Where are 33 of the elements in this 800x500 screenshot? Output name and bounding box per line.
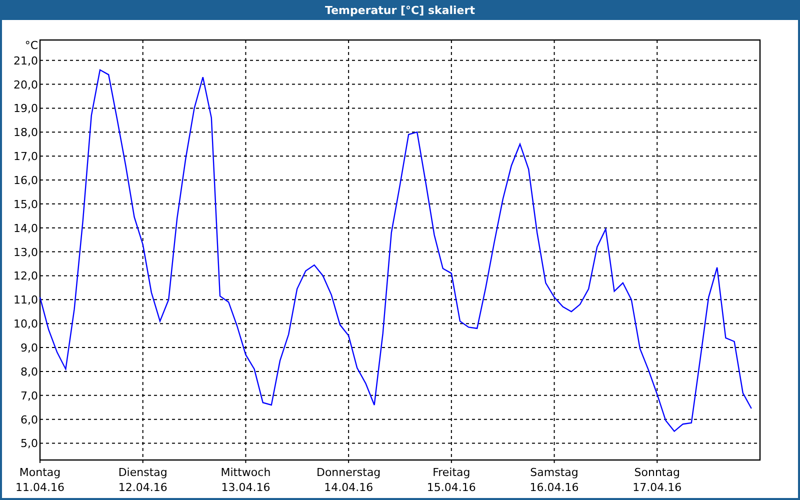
weekday-label: Donnerstag [316,466,381,479]
y-tick-label: 21,0 [14,54,38,68]
weekday-label: Sonntag [634,466,680,479]
y-tick-label: 15,0 [14,198,38,211]
y-tick-label: 16,0 [14,174,38,187]
chart-title: Temperatur [°C] skaliert [325,4,475,16]
x-tick-label: 11.04.16 [16,481,64,494]
y-tick-label: 9,0 [20,342,38,355]
y-tick-label: 10,0 [14,318,38,331]
y-tick-label: 7,0 [20,389,38,402]
y-tick-label: 8,0 [20,365,38,378]
x-tick-label: 17.04.16 [632,481,682,494]
y-tick-label: 14,0 [14,222,38,235]
x-tick-label: 16.04.16 [530,481,579,494]
x-tick-label: 13.04.16 [221,481,270,494]
weekday-label: Dienstag [118,466,168,479]
x-tick-label: 14.04.16 [324,481,374,494]
y-tick-label: 20,0 [14,78,38,92]
y-tick-label: 19,0 [14,102,38,116]
y-tick-label: 12,0 [14,270,38,283]
y-tick-label: 5,0 [20,437,38,450]
y-tick-label: 11,0 [14,294,38,307]
weekday-label: Mittwoch [220,466,271,479]
weekday-label: Samstag [530,466,578,479]
y-tick-label: 18,0 [14,126,38,140]
x-tick-label: 12.04.16 [118,481,168,494]
y-tick-label: 17,0 [14,150,38,164]
y-axis-label: °C [24,39,38,52]
y-tick-label: 13,0 [14,246,38,259]
weekday-label: Freitag [432,466,470,479]
x-tick-label: 15.04.16 [426,481,476,494]
y-tick-label: 6,0 [20,413,38,426]
weekday-label: Montag [19,466,61,479]
